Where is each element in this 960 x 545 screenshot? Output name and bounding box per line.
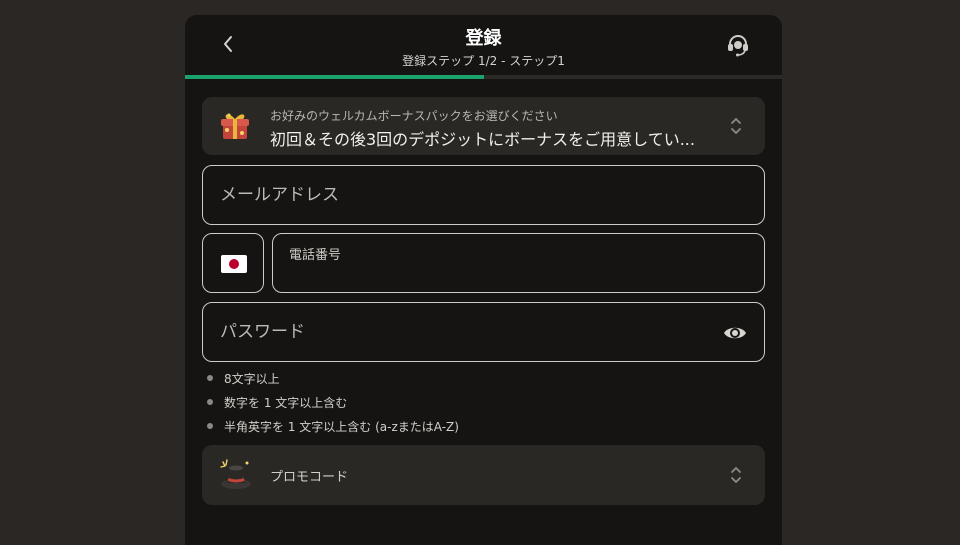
phone-label: 電話番号 bbox=[289, 248, 342, 263]
password-rule: 数字を 1 文字以上含む bbox=[207, 395, 459, 419]
password-input[interactable] bbox=[220, 303, 704, 361]
page-title: 登録 bbox=[465, 28, 502, 49]
email-field[interactable] bbox=[202, 165, 765, 225]
country-code-selector[interactable] bbox=[202, 233, 264, 293]
rule-text: 数字を 1 文字以上含む bbox=[224, 396, 348, 410]
progress-fill bbox=[185, 75, 484, 79]
japan-flag-icon bbox=[221, 255, 247, 273]
bullet bbox=[207, 423, 213, 429]
chevron-up-down-icon bbox=[731, 467, 741, 483]
magic-hat-icon bbox=[220, 459, 251, 489]
bonus-pack-selector[interactable]: お好みのウェルカムボーナスパックをお選びください 初回＆その後3回のデポジットに… bbox=[202, 97, 765, 155]
eye-icon[interactable] bbox=[722, 320, 748, 346]
promo-code-label: プロモコード bbox=[270, 470, 349, 485]
promo-code-toggle[interactable]: プロモコード bbox=[202, 445, 765, 505]
chevron-up-down-icon bbox=[731, 118, 741, 134]
email-input[interactable] bbox=[220, 166, 704, 224]
modal-header: 登録 登録ステップ 1/2 - ステップ1 bbox=[185, 15, 782, 77]
rule-text: 半角英字を 1 文字以上含む (a-zまたはA-Z) bbox=[224, 420, 459, 434]
step-indicator: 登録ステップ 1/2 - ステップ1 bbox=[402, 54, 565, 68]
bullet bbox=[207, 399, 213, 405]
password-rules: 8文字以上 数字を 1 文字以上含む 半角英字を 1 文字以上含む (a-zまた… bbox=[207, 371, 459, 443]
rule-text: 8文字以上 bbox=[224, 372, 280, 386]
password-rule: 8文字以上 bbox=[207, 371, 459, 395]
support-button[interactable] bbox=[724, 31, 752, 59]
gift-box-icon bbox=[221, 113, 249, 139]
password-field[interactable] bbox=[202, 302, 765, 362]
bonus-selected-value: 初回＆その後3回のデポジットにボーナスをご用意してい... bbox=[270, 130, 695, 149]
password-rule: 半角英字を 1 文字以上含む (a-zまたはA-Z) bbox=[207, 419, 459, 443]
registration-modal: 登録 登録ステップ 1/2 - ステップ1 お好みのウェルカムボーナスパックをお… bbox=[185, 15, 782, 545]
bonus-caption: お好みのウェルカムボーナスパックをお選びください bbox=[270, 109, 558, 123]
bullet bbox=[207, 375, 213, 381]
phone-field[interactable]: 電話番号 bbox=[272, 233, 765, 293]
headset-icon bbox=[728, 35, 748, 57]
progress-bar bbox=[185, 75, 782, 79]
